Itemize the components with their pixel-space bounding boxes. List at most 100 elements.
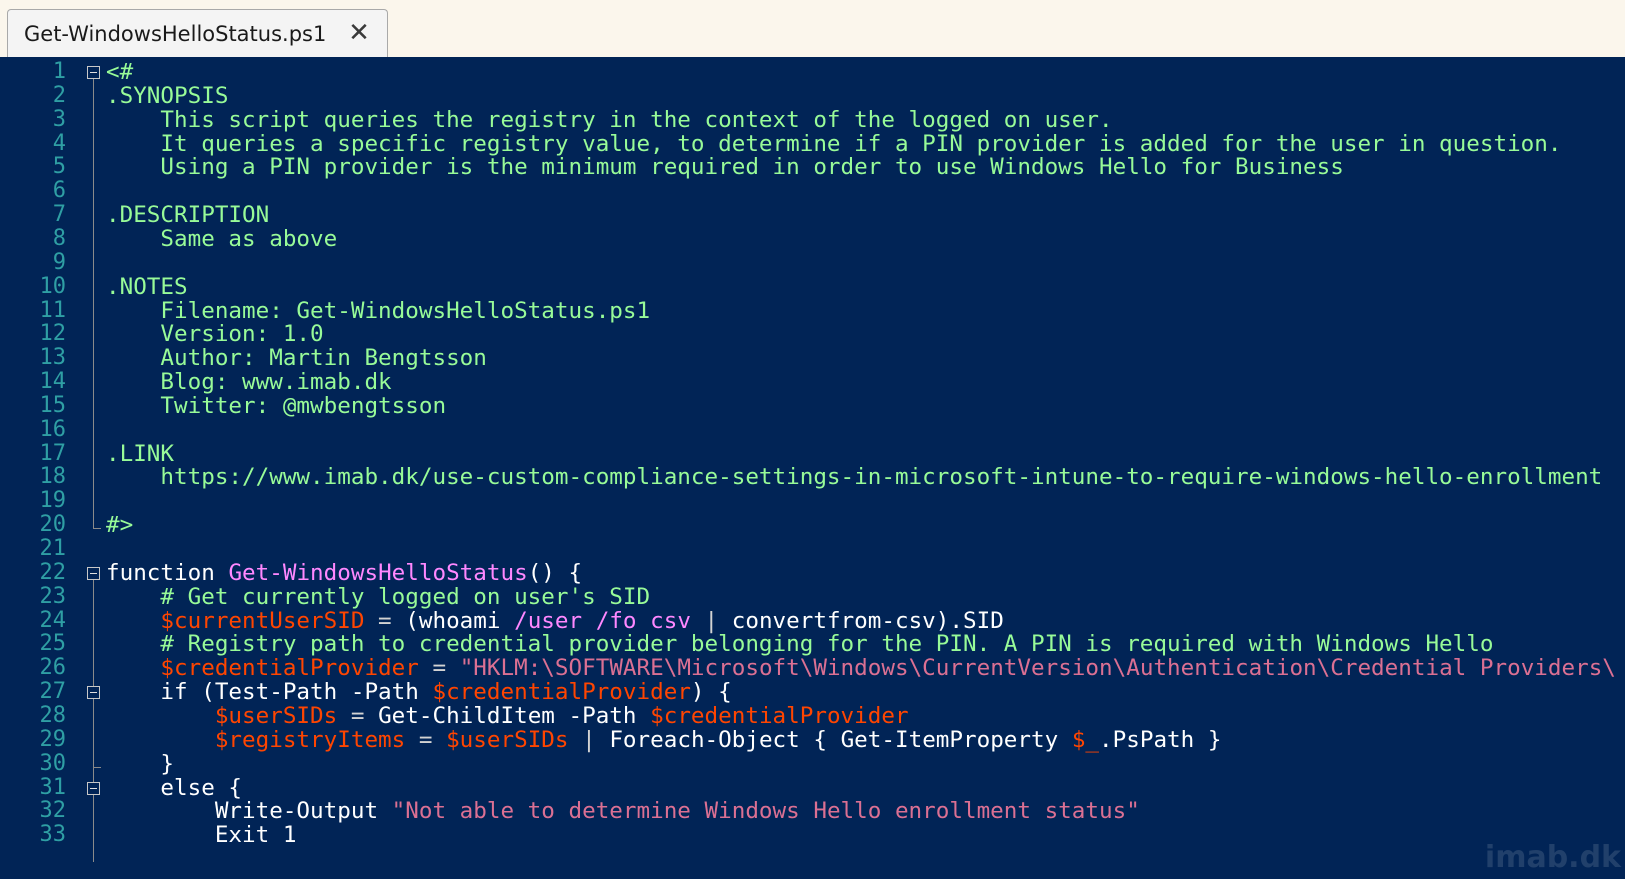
line-number: 1 <box>52 59 66 84</box>
code-line[interactable]: Blog: www.imab.dk <box>106 369 392 396</box>
fold-end-marker <box>93 528 101 530</box>
line-number: 18 <box>39 464 67 490</box>
code-token: <# <box>106 59 134 85</box>
code-token: | <box>568 726 610 753</box>
code-line[interactable]: Filename: Get-WindowsHelloStatus.ps1 <box>106 297 651 324</box>
line-number: 12 <box>39 321 67 347</box>
code-line[interactable]: .NOTES <box>106 273 188 300</box>
line-number: 28 <box>39 702 67 728</box>
code-line[interactable]: Write-Output "Not able to determine Wind… <box>106 799 1140 824</box>
code-line[interactable]: .SYNOPSIS <box>106 83 228 109</box>
code-token: if (Test-Path -Path <box>106 679 433 706</box>
code-token: $currentUserSID <box>106 607 365 634</box>
line-number: 25 <box>39 631 67 657</box>
code-token: "HKLM:\SOFTWARE\Microsoft\Windows\Curren… <box>459 655 1616 682</box>
code-token: $credentialProvider <box>650 702 909 729</box>
code-line[interactable]: .DESCRIPTION <box>106 203 269 228</box>
code-line[interactable]: $registryItems = $userSIDs | Foreach-Obj… <box>106 726 1222 753</box>
code-token: } <box>106 750 175 777</box>
line-number: 31 <box>39 774 67 800</box>
line-number: 14 <box>39 369 67 395</box>
code-line[interactable]: if (Test-Path -Path $credentialProvider)… <box>106 679 732 706</box>
line-number: 19 <box>39 488 67 514</box>
watermark: imab.dk <box>1484 840 1621 875</box>
tab-title: Get-WindowsHelloStatus.ps1 <box>24 22 327 46</box>
code-line[interactable]: # Registry path to credential provider b… <box>106 632 1493 657</box>
code-token: https://www.imab.dk/use-custom-complianc… <box>106 464 1603 491</box>
line-number: 11 <box>39 297 67 323</box>
code-token: $credentialProvider <box>106 655 419 682</box>
code-token: = <box>337 702 379 729</box>
fold-toggle-icon[interactable] <box>87 566 100 580</box>
line-number: 33 <box>39 822 67 848</box>
code-token: function <box>106 559 229 586</box>
file-tab[interactable]: Get-WindowsHelloStatus.ps1 ✕ <box>7 9 388 58</box>
code-token: # Get currently logged on user's SID <box>106 583 651 610</box>
code-token: ) { <box>690 679 732 706</box>
code-line[interactable]: Author: Martin Bengtsson <box>106 345 487 372</box>
code-token: $_ <box>1071 726 1100 753</box>
code-token: .LINK <box>106 440 175 467</box>
code-line[interactable]: Same as above <box>106 227 337 252</box>
line-number: 32 <box>39 798 67 824</box>
code-line[interactable]: #> <box>106 513 133 538</box>
code-token: (whoami <box>405 607 515 634</box>
code-line[interactable]: It queries a specific registry value, to… <box>106 131 1561 157</box>
fold-toggle-icon[interactable] <box>87 686 100 700</box>
line-number: 2 <box>52 82 66 108</box>
line-number: 10 <box>39 273 67 299</box>
code-token: Same as above <box>106 225 338 252</box>
code-token: | <box>690 607 732 634</box>
close-icon[interactable]: ✕ <box>346 20 372 46</box>
fold-toggle-icon[interactable] <box>87 781 100 795</box>
code-token: $userSIDs <box>446 726 569 753</box>
code-token: Filename: Get-WindowsHelloStatus.ps1 <box>106 297 651 324</box>
code-token: Get-ChildItem -Path <box>378 702 651 729</box>
code-line[interactable]: https://www.imab.dk/use-custom-complianc… <box>106 465 1602 490</box>
line-number: 29 <box>39 726 67 752</box>
code-editor[interactable]: 1 2 3 4 5 6 7 8 9 10 11 12 13 14 15 16 17 18 19 20 21 22 23 24 2… <box>0 57 1625 879</box>
code-line[interactable]: This script queries the registry in the … <box>106 106 1113 133</box>
code-line[interactable]: Exit 1 <box>106 823 297 848</box>
code-line[interactable]: function Get-WindowsHelloStatus() { <box>106 559 582 586</box>
code-line[interactable]: $currentUserSID = (whoami /user /fo csv … <box>106 607 1003 634</box>
line-number: 20 <box>39 512 67 538</box>
code-token: "Not able to determine Windows Hello enr… <box>391 798 1140 825</box>
code-line[interactable]: Twitter: @mwbengtsson <box>106 394 446 419</box>
code-token: Version: 1.0 <box>106 321 324 348</box>
code-token: #> <box>106 512 134 539</box>
code-token: /user /fo csv <box>514 607 691 634</box>
line-number: 17 <box>39 440 67 466</box>
line-number: 16 <box>39 416 67 442</box>
code-token: = <box>364 607 406 634</box>
code-token: = <box>418 655 460 682</box>
code-token: This script queries the registry in the … <box>106 106 1113 133</box>
code-line[interactable]: Version: 1.0 <box>106 321 324 348</box>
code-token: Blog: www.imab.dk <box>106 369 392 396</box>
code-token: .DESCRIPTION <box>106 202 270 229</box>
line-number: 23 <box>39 583 67 609</box>
fold-guide <box>93 699 94 767</box>
line-number: 8 <box>52 225 66 251</box>
code-token: Author: Martin Bengtsson <box>106 345 487 372</box>
code-line[interactable]: .LINK <box>106 440 175 467</box>
code-token: .NOTES <box>106 273 188 300</box>
line-number: 22 <box>39 559 67 585</box>
code-line[interactable]: # Get currently logged on user's SID <box>106 583 651 610</box>
code-line[interactable]: <# <box>106 60 133 85</box>
code-token: Using a PIN provider is the minimum requ… <box>106 154 1344 181</box>
code-line[interactable]: } <box>106 750 175 777</box>
code-line[interactable]: $userSIDs = Get-ChildItem -Path $credent… <box>106 704 909 729</box>
line-number: 13 <box>39 345 67 371</box>
code-token: Foreach-Object { Get-ItemProperty <box>609 726 1072 753</box>
code-line[interactable]: $credentialProvider = "HKLM:\SOFTWARE\Mi… <box>106 656 1616 681</box>
fold-toggle-icon[interactable] <box>87 66 100 79</box>
code-token: # Registry path to credential provider b… <box>106 631 1494 658</box>
code-line[interactable]: Using a PIN provider is the minimum requ… <box>106 154 1344 181</box>
code-line[interactable]: else { <box>106 775 242 801</box>
line-number: 3 <box>52 106 66 132</box>
line-number: 27 <box>39 679 67 705</box>
fold-end-marker <box>93 766 101 768</box>
code-token: $credentialProvider <box>432 679 691 706</box>
code-token: .PsPath } <box>1099 726 1222 753</box>
